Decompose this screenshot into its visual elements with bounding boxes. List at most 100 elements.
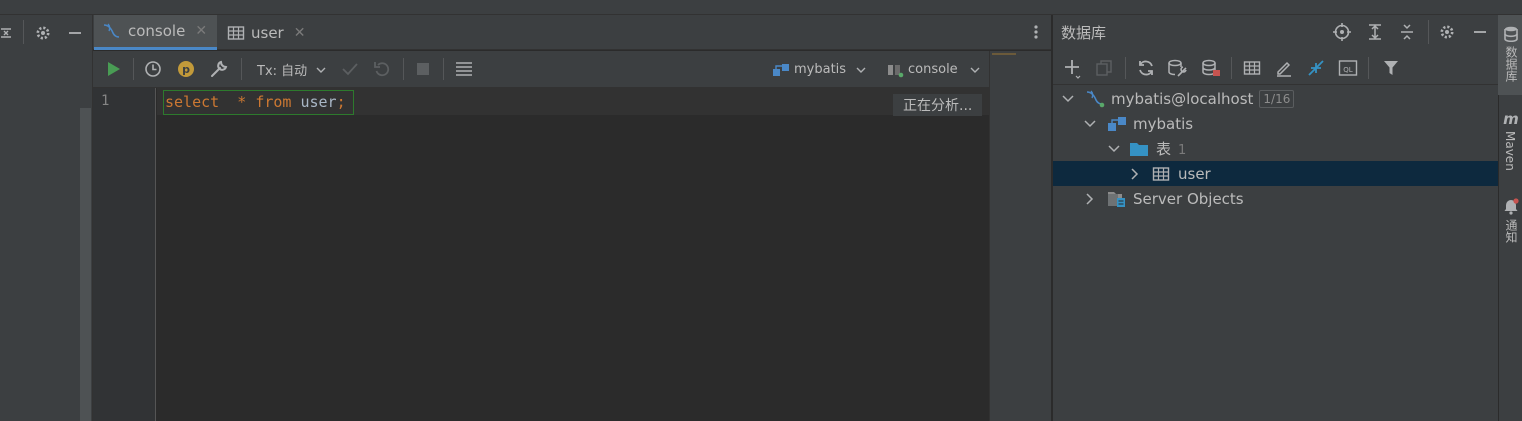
tab-user[interactable]: user ✕ xyxy=(219,15,309,50)
chevron-down-icon[interactable] xyxy=(1107,142,1121,156)
connection-label: mybatis@localhost xyxy=(1111,89,1254,108)
history-icon[interactable] xyxy=(144,60,162,78)
data-source-properties-icon[interactable] xyxy=(1167,59,1189,77)
schema-count-badge[interactable]: 1/16 xyxy=(1259,89,1295,108)
table-icon xyxy=(1152,166,1170,182)
tab-console[interactable]: console ✕ xyxy=(94,15,217,50)
table-label: user xyxy=(1178,164,1211,183)
gear-icon[interactable] xyxy=(1438,23,1456,41)
star-token: * xyxy=(237,93,247,111)
svg-text:QL: QL xyxy=(1343,66,1353,74)
separator xyxy=(1125,57,1126,79)
chevron-down-icon[interactable] xyxy=(1061,92,1075,106)
tables-folder-label: 表 xyxy=(1156,140,1172,158)
maven-icon: m xyxy=(1503,110,1519,128)
gear-icon[interactable] xyxy=(34,24,52,42)
stop-icon[interactable] xyxy=(414,60,432,78)
separator xyxy=(443,58,444,80)
transaction-mode-dropdown[interactable]: Tx: 自动 xyxy=(257,51,326,88)
database-icon xyxy=(1503,26,1519,42)
refresh-icon[interactable] xyxy=(1137,59,1155,77)
close-icon[interactable]: ✕ xyxy=(195,23,207,39)
wrench-icon[interactable] xyxy=(209,60,229,78)
separator xyxy=(1231,57,1232,79)
analysis-status: 正在分析... xyxy=(893,94,983,116)
panel-title: 数据库 xyxy=(1061,24,1107,42)
locate-icon[interactable] xyxy=(1333,23,1351,41)
minimize-icon[interactable] xyxy=(66,24,84,42)
separator xyxy=(23,20,24,44)
separator xyxy=(1368,57,1369,79)
expand-all-icon[interactable] xyxy=(1366,23,1384,41)
folder-icon xyxy=(1129,141,1149,157)
close-icon[interactable]: ✕ xyxy=(294,25,306,41)
line-number: 1 xyxy=(101,93,110,109)
server-objects-label: Server Objects xyxy=(1133,189,1244,208)
table-icon xyxy=(227,25,245,41)
mysql-console-icon xyxy=(102,22,122,40)
chevron-down-icon[interactable] xyxy=(1083,117,1097,131)
tree-item-table-user[interactable]: user xyxy=(1053,161,1498,186)
editor-gutter xyxy=(93,88,156,421)
duplicate-icon[interactable] xyxy=(1095,59,1113,77)
datasource-selector[interactable]: mybatis xyxy=(772,51,866,88)
query-console-icon[interactable]: QL xyxy=(1338,59,1358,77)
schema-icon xyxy=(772,62,790,78)
output-table-icon[interactable] xyxy=(455,60,473,78)
more-options-icon[interactable] xyxy=(1029,23,1043,41)
add-icon[interactable] xyxy=(1063,58,1083,80)
tool-window-maven[interactable]: Maven xyxy=(1503,131,1517,171)
chevron-down-icon xyxy=(856,66,866,74)
collapse-all-icon[interactable] xyxy=(1398,23,1416,41)
table-icon[interactable] xyxy=(1242,59,1262,77)
tool-window-notifications[interactable]: 通知 xyxy=(1503,219,1520,243)
notification-bell-icon xyxy=(1503,197,1519,215)
editor-toolbar: p Tx: 自动 mybatis console xyxy=(93,51,989,88)
edit-icon[interactable] xyxy=(1274,59,1294,77)
parameter-icon[interactable]: p xyxy=(177,60,195,78)
left-panel-scrollbar[interactable] xyxy=(80,108,91,421)
run-icon[interactable] xyxy=(105,60,123,78)
tree-item-schema[interactable]: mybatis xyxy=(1053,111,1498,136)
schema-icon xyxy=(1107,115,1127,133)
tree-item-connection[interactable]: mybatis@localhost 1/16 xyxy=(1053,86,1498,111)
session-selector[interactable]: console xyxy=(886,51,980,88)
separator xyxy=(241,58,242,80)
separator xyxy=(1428,20,1429,44)
tx-mode-label: Tx: 自动 xyxy=(257,64,308,79)
chevron-right-icon[interactable] xyxy=(1083,192,1097,206)
chevron-down-icon xyxy=(316,66,326,74)
editor-tab-bar: console ✕ user ✕ xyxy=(93,15,1051,50)
separator xyxy=(403,58,404,80)
chevron-right-icon[interactable] xyxy=(1128,167,1142,181)
scroll-marker xyxy=(992,53,1016,55)
keyword-from: from xyxy=(255,93,292,111)
session-label: console xyxy=(908,62,958,77)
mysql-connection-icon xyxy=(1085,89,1107,109)
jump-to-console-icon[interactable] xyxy=(1306,59,1326,77)
filter-icon[interactable] xyxy=(1381,59,1401,77)
table-count: 1 xyxy=(1178,143,1187,158)
datasource-label: mybatis xyxy=(794,62,847,77)
tree-item-tables-folder[interactable]: 表 1 xyxy=(1053,136,1498,161)
collapse-all-icon[interactable] xyxy=(0,25,12,41)
minimize-icon[interactable] xyxy=(1471,23,1489,41)
tab-console-label: console xyxy=(128,22,186,40)
table-identifier: user xyxy=(300,93,337,111)
tool-window-database[interactable]: 数据库 xyxy=(1503,46,1520,82)
semicolon-token: ; xyxy=(336,93,346,111)
keyword-select: select xyxy=(165,93,220,111)
top-strip xyxy=(0,0,1522,15)
session-icon xyxy=(886,62,904,78)
server-objects-icon xyxy=(1107,190,1127,208)
database-toolbar: QL xyxy=(1053,51,1498,85)
svg-text:p: p xyxy=(182,63,190,76)
chevron-down-icon xyxy=(970,66,980,74)
tab-user-label: user xyxy=(251,23,284,42)
sql-editor[interactable]: select * from user; xyxy=(165,93,346,111)
disconnect-icon[interactable] xyxy=(1201,59,1221,77)
tree-item-server-objects[interactable]: Server Objects xyxy=(1053,186,1498,211)
schema-label: mybatis xyxy=(1133,114,1194,133)
rollback-icon[interactable] xyxy=(373,60,391,78)
commit-icon[interactable] xyxy=(341,60,359,78)
